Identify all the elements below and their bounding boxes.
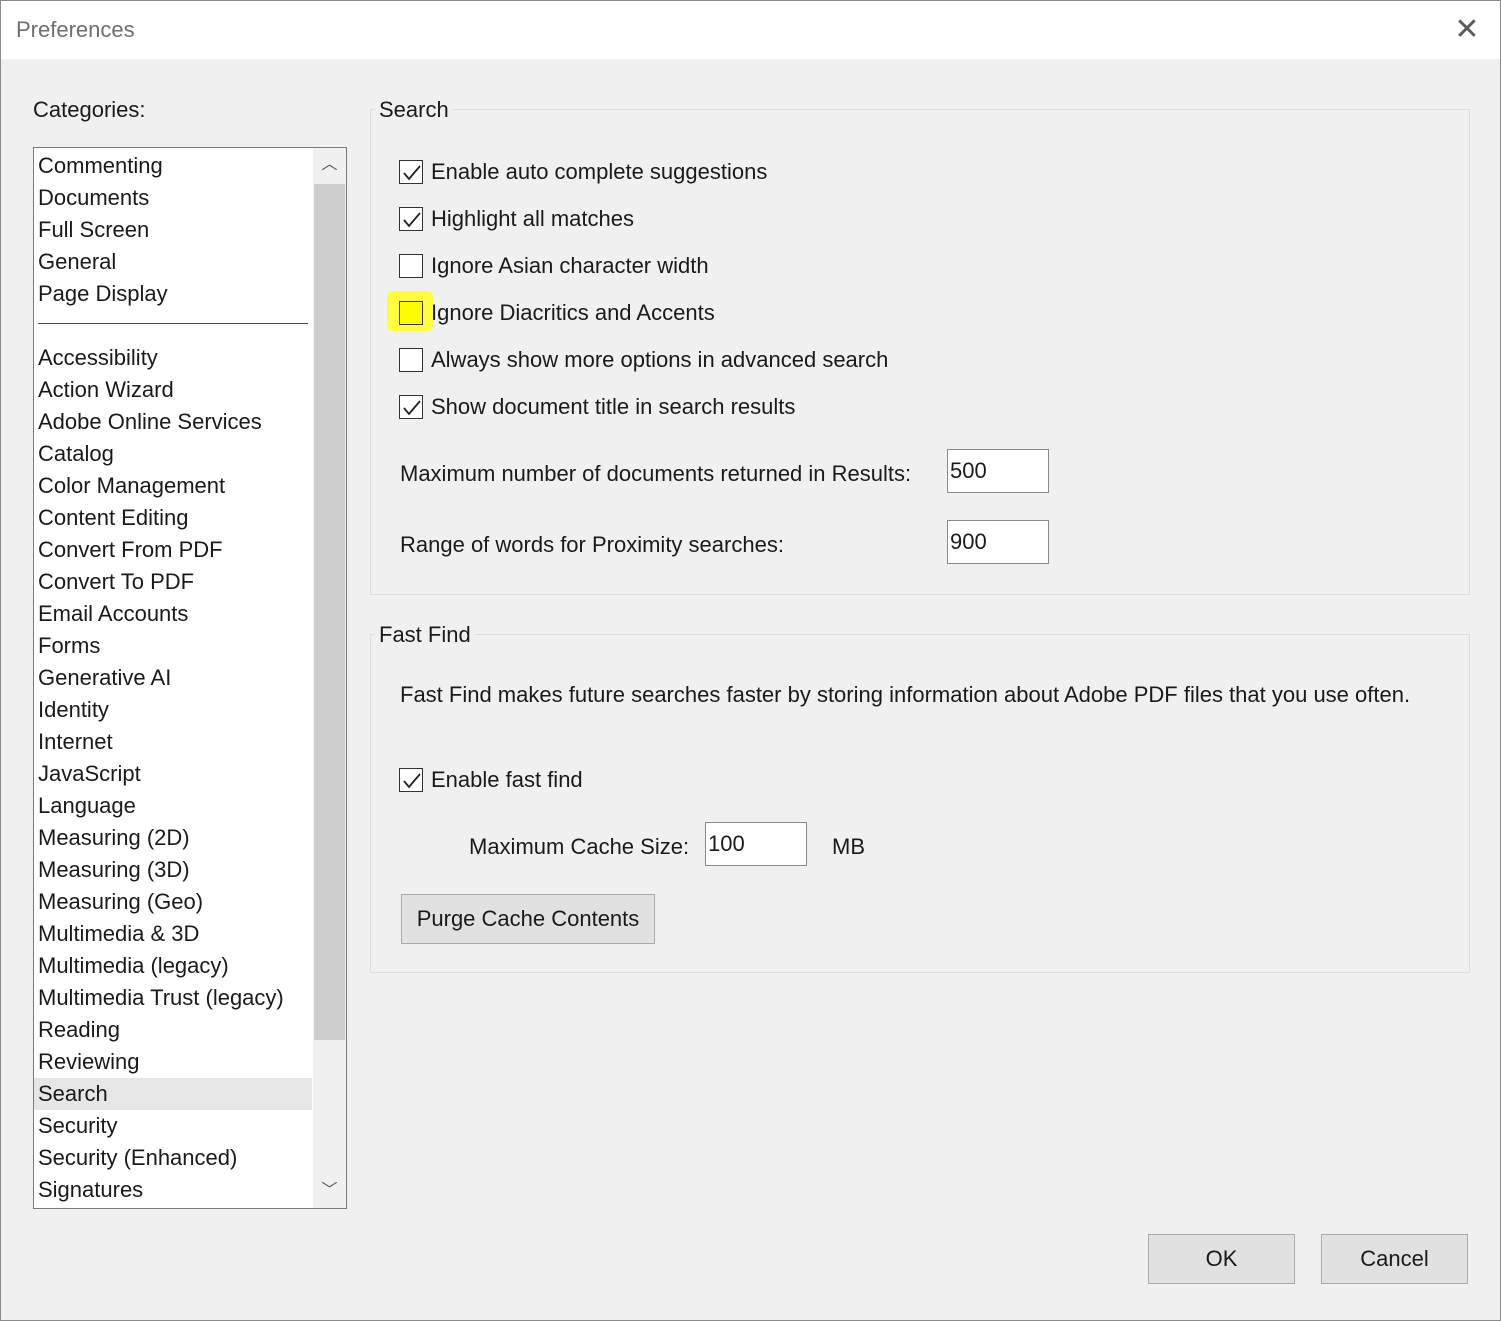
category-item[interactable]: Convert From PDF [34,534,312,566]
search-option-checkbox[interactable]: Highlight all matches [399,204,634,234]
proximity-label: Range of words for Proximity searches: [400,532,784,557]
checkbox-box[interactable] [399,768,423,792]
search-option-checkbox[interactable]: Always show more options in advanced sea… [399,345,888,375]
search-option-label: Ignore Diacritics and Accents [431,300,715,325]
cancel-button[interactable]: Cancel [1321,1234,1468,1284]
category-item[interactable]: Security (Enhanced) [34,1142,312,1174]
categories-items: Commenting Documents Full Screen General Pag… [34,150,312,1206]
search-option-checkbox[interactable]: Ignore Diacritics and Accents [399,298,715,328]
category-item[interactable]: Security [34,1110,312,1142]
fast-find-description: Fast Find makes future searches faster b… [400,682,1411,707]
search-option-label: Highlight all matches [431,206,634,231]
category-item[interactable]: Adobe Online Services [34,406,312,438]
checkbox-box[interactable] [399,160,423,184]
category-item[interactable]: Full Screen [34,214,312,246]
categories-list[interactable]: Commenting Documents Full Screen General Pag… [33,147,347,1209]
checkbox-box[interactable] [399,395,423,419]
category-item[interactable]: Search [34,1078,312,1110]
checkmark-icon [403,165,421,181]
category-separator [34,310,312,342]
ok-button[interactable]: OK [1148,1234,1295,1284]
cache-size-label: Maximum Cache Size: [469,834,690,859]
scroll-thumb[interactable] [314,184,345,1040]
search-option-label: Always show more options in advanced sea… [431,347,889,372]
search-group-title: Search [375,97,453,123]
category-item[interactable]: Measuring (3D) [34,854,312,886]
title-bar: Preferences ✕ [1,1,1500,59]
category-item[interactable]: Measuring (Geo) [34,886,312,918]
categories-scrollbar[interactable]: ︿ ﹀ [313,148,346,1208]
category-item[interactable]: Color Management [34,470,312,502]
search-option-label: Show document title in search results [431,394,796,419]
category-item[interactable]: Convert To PDF [34,566,312,598]
category-item[interactable]: General [34,246,312,278]
category-item[interactable]: Documents [34,182,312,214]
window-title: Preferences [16,17,135,42]
category-item[interactable]: Page Display [34,278,312,310]
close-icon[interactable]: ✕ [1449,13,1485,49]
checkbox-box[interactable] [399,348,423,372]
checkmark-icon [403,773,421,789]
category-item[interactable]: Content Editing [34,502,312,534]
category-item[interactable]: Forms [34,630,312,662]
category-item[interactable]: Multimedia Trust (legacy) [34,982,312,1014]
category-item[interactable]: JavaScript [34,758,312,790]
preferences-dialog: Preferences ✕ Categories: Commenting Docu… [0,0,1501,1321]
enable-fast-find-checkbox[interactable]: Enable fast find [399,765,583,795]
cache-unit-label: MB [832,834,865,859]
category-item[interactable]: Action Wizard [34,374,312,406]
category-item[interactable]: Accessibility [34,342,312,374]
category-item[interactable]: Generative AI [34,662,312,694]
category-item[interactable]: Language [34,790,312,822]
category-item[interactable]: Internet [34,726,312,758]
category-item[interactable]: Measuring (2D) [34,822,312,854]
fast-find-group-title: Fast Find [375,622,475,648]
search-option-checkbox[interactable]: Ignore Asian character width [399,251,709,281]
category-item[interactable]: Multimedia (legacy) [34,950,312,982]
enable-fast-find-label: Enable fast find [431,767,583,792]
checkbox-box[interactable] [399,207,423,231]
category-item[interactable]: Commenting [34,150,312,182]
category-item[interactable]: Identity [34,694,312,726]
max-docs-label: Maximum number of documents returned in … [400,461,912,486]
categories-label: Categories: [33,97,146,122]
category-item[interactable]: Email Accounts [34,598,312,630]
scroll-up-icon[interactable]: ︿ [313,148,346,182]
max-docs-input[interactable] [947,449,1049,493]
category-item[interactable]: Reviewing [34,1046,312,1078]
checkbox-box[interactable] [399,301,423,325]
category-item[interactable]: Signatures [34,1174,312,1206]
scroll-down-icon[interactable]: ﹀ [313,1174,346,1208]
checkmark-icon [403,212,421,228]
checkbox-box[interactable] [399,254,423,278]
search-option-label: Enable auto complete suggestions [431,159,768,184]
category-item[interactable]: Reading [34,1014,312,1046]
category-item[interactable]: Catalog [34,438,312,470]
checkmark-icon [403,400,421,416]
category-item[interactable]: Multimedia & 3D [34,918,312,950]
search-option-checkbox[interactable]: Show document title in search results [399,392,795,422]
purge-cache-button[interactable]: Purge Cache Contents [401,894,655,944]
cache-size-input[interactable] [705,822,807,866]
search-option-checkbox[interactable]: Enable auto complete suggestions [399,157,767,187]
search-option-label: Ignore Asian character width [431,253,709,278]
proximity-input[interactable] [947,520,1049,564]
